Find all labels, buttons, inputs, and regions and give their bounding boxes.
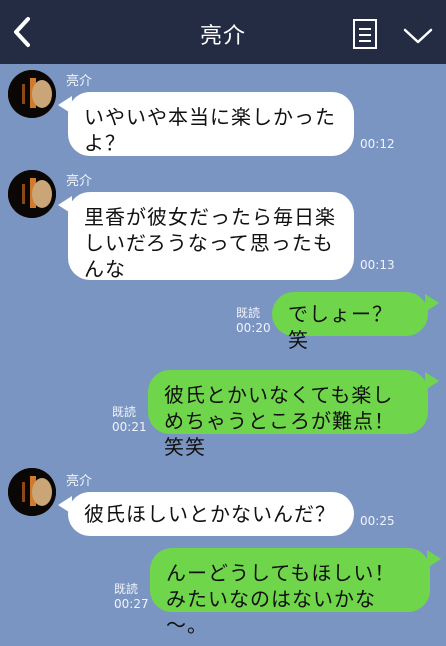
timestamp: 00:27 (114, 597, 149, 611)
message-bubble[interactable]: 彼氏とかいなくても楽しめちゃうところが難点！笑笑 (148, 370, 428, 459)
sender-name: 亮介 (66, 174, 93, 189)
timestamp: 00:25 (360, 514, 395, 528)
read-receipt: 既読 (112, 405, 137, 419)
bubble-tail (425, 294, 439, 312)
avatar[interactable] (8, 170, 56, 218)
avatar[interactable] (8, 70, 56, 118)
bubble-tail (427, 550, 441, 568)
timestamp: 00:12 (360, 137, 395, 151)
message-bubble[interactable]: いやいや本当に楽しかったよ？ (68, 92, 354, 156)
message-bubble[interactable]: 彼氏ほしいとかないんだ？ (68, 492, 354, 536)
note-icon[interactable] (352, 18, 378, 50)
timestamp: 00:21 (112, 420, 147, 434)
chat-header: 亮介 (0, 0, 446, 64)
timestamp: 00:13 (360, 258, 395, 272)
chevron-down-icon[interactable] (402, 26, 434, 46)
read-receipt: 既読 (114, 582, 139, 596)
avatar[interactable] (8, 468, 56, 516)
message-bubble[interactable]: 里香が彼女だったら毎日楽しいだろうなって思ったもんな (68, 192, 354, 281)
chat-title: 亮介 (199, 24, 246, 49)
bubble-tail (425, 372, 439, 390)
message-bubble[interactable]: でしょー？笑 (272, 292, 428, 352)
sender-name: 亮介 (66, 474, 93, 489)
timestamp: 00:20 (236, 321, 271, 335)
message-bubble[interactable]: んーどうしてもほしい！みたいなのはないかな～。 (150, 548, 430, 637)
sender-name: 亮介 (66, 74, 93, 89)
read-receipt: 既読 (236, 306, 261, 320)
